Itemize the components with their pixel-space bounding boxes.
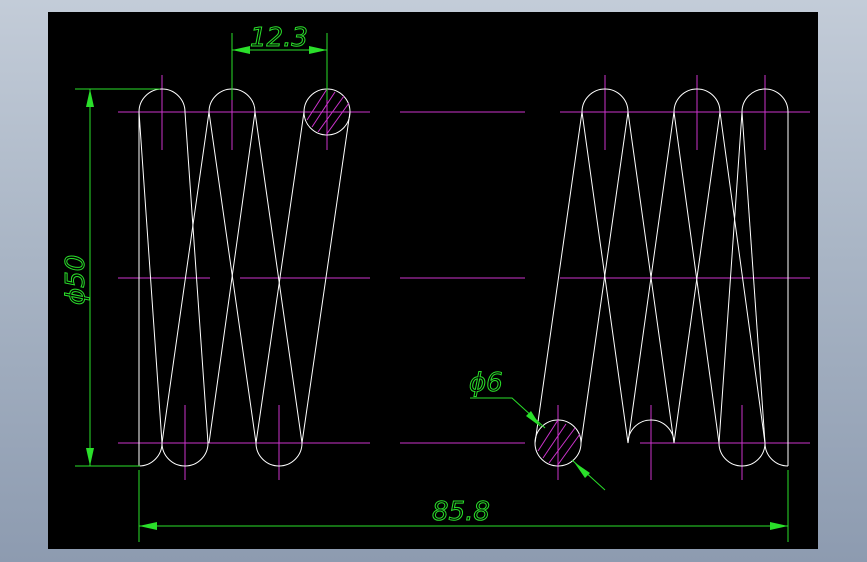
wire-diameter-label: ϕ6 — [469, 368, 503, 398]
spring-end-foot-left — [138, 442, 163, 467]
arrowhead — [86, 448, 94, 466]
spring-coil — [161, 88, 256, 444]
arrowhead — [86, 89, 94, 107]
length-dimension-label: 85.8 — [432, 497, 490, 527]
wire-diameter-leader — [470, 397, 546, 429]
pitch-dimension-label: 12.3 — [250, 23, 308, 53]
spring-coil — [208, 111, 303, 467]
arrowhead — [574, 462, 590, 478]
spring-drawing: 12.3 ϕ50 ϕ6 85.8 — [61, 23, 810, 542]
arrowhead — [232, 46, 250, 54]
arrowhead — [309, 46, 327, 54]
spring-end-foot-right — [764, 442, 789, 467]
diameter-dimension-label: ϕ50 — [61, 255, 91, 305]
arrowhead — [139, 522, 157, 530]
arrowhead — [770, 522, 788, 530]
